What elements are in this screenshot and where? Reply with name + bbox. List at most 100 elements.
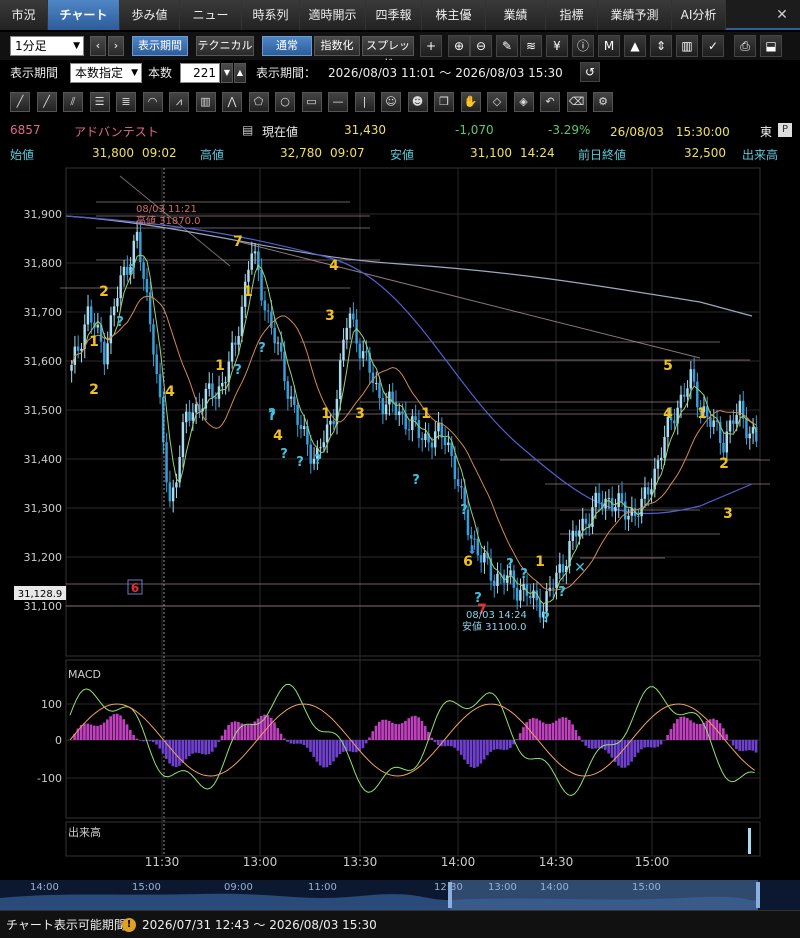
quote-row: 6857 アドバンテスト ▤ 現在値 31,430 -1,070 -3.29% …	[0, 120, 800, 142]
delete-icon[interactable]: ⌫	[566, 92, 587, 112]
print-icon[interactable]: ⎙	[734, 35, 756, 57]
memo-icon[interactable]: ▤	[242, 123, 253, 137]
zoom-out-icon[interactable]: ⊖	[470, 35, 492, 57]
macd-histogram-bar	[685, 717, 689, 740]
count-input[interactable]: 221	[180, 63, 220, 83]
y-tick-label: 31,800	[24, 257, 63, 270]
macd-histogram-bar	[338, 740, 342, 755]
tab-4[interactable]: 時系列	[242, 0, 300, 30]
period-button[interactable]: 表示期間	[132, 36, 188, 56]
tab-5[interactable]: 適時開示	[300, 0, 366, 30]
mountain-chart-icon[interactable]: ▲	[624, 35, 646, 57]
parallel-icon[interactable]: ≣	[116, 92, 136, 112]
macd-histogram-bar	[387, 720, 391, 740]
candlestick-icon[interactable]: ▥	[676, 35, 698, 57]
settings-icon[interactable]: ⚙	[593, 92, 613, 112]
next-button[interactable]: ›	[108, 36, 124, 56]
macd-histogram-bar	[302, 740, 306, 745]
tab-8[interactable]: 業績	[486, 0, 546, 30]
prev-close-price: 32,500	[684, 146, 726, 160]
open-label: 始値	[10, 148, 35, 162]
technical-button[interactable]: テクニカル	[196, 36, 254, 56]
candle-body	[289, 396, 293, 399]
prev-button[interactable]: ‹	[90, 36, 106, 56]
popout-icon[interactable]: ⬓	[760, 35, 782, 57]
macd-histogram-bar	[158, 740, 162, 749]
tab-0[interactable]: 市況	[0, 0, 48, 30]
channel-icon[interactable]: ⫽	[63, 92, 83, 112]
tab-10[interactable]: 業績予測	[598, 0, 672, 30]
wave-icon[interactable]: ≋	[520, 35, 542, 57]
macd-histogram-bar	[187, 740, 191, 756]
tag-edit-icon[interactable]: ◈	[513, 92, 534, 112]
reset-icon[interactable]: ↺	[580, 62, 600, 82]
icon-stamp-icon[interactable]: ☺	[381, 92, 401, 112]
macd-histogram-bar	[368, 737, 371, 740]
macd-histogram-bar	[223, 729, 227, 740]
tab-6[interactable]: 四季報	[366, 0, 422, 30]
macd-histogram-bar	[682, 716, 686, 740]
candle-body	[447, 442, 450, 446]
candle-body	[469, 535, 473, 539]
macd-histogram-bar	[725, 734, 728, 740]
fibonacci-icon[interactable]: ☰	[89, 92, 110, 112]
interval-select[interactable]: 1分足 ▼	[10, 36, 84, 56]
tab-11[interactable]: AI分析	[672, 0, 726, 30]
hand-icon[interactable]: ✋	[460, 92, 481, 112]
price-change-pct: -3.29%	[548, 123, 591, 137]
scale-icon[interactable]: ⇕	[650, 35, 672, 57]
index-button[interactable]: 指数化	[314, 36, 360, 56]
info-icon[interactable]: ⓘ	[572, 35, 594, 57]
person-icon[interactable]: ☻	[407, 92, 428, 112]
macd-histogram-bar	[178, 740, 181, 766]
arc-icon[interactable]: ◠	[142, 92, 163, 112]
candle-body	[352, 313, 355, 320]
y-tick-label: 31,400	[24, 453, 63, 466]
candle-body	[712, 420, 715, 427]
candle-body	[414, 416, 417, 421]
tag-icon[interactable]: ◇	[487, 92, 507, 112]
candle-body	[584, 518, 588, 524]
count-down-button[interactable]: ▼	[221, 63, 233, 83]
trend-line-icon[interactable]: ╱	[10, 92, 30, 112]
my-chart-icon[interactable]: M	[598, 35, 620, 57]
macd-histogram-bar	[469, 740, 473, 767]
undo-icon[interactable]: ↶	[540, 92, 560, 112]
normal-button[interactable]: 通常	[262, 36, 312, 56]
candle-body	[322, 442, 326, 448]
spread-button[interactable]: スプレッド	[362, 36, 414, 70]
candle-body	[270, 311, 273, 328]
add-icon[interactable]: +	[420, 35, 442, 57]
price-chart[interactable]: 31,900 31,800 31,700 31,600 31,500 31,400 31,3…	[0, 166, 800, 910]
candle-body	[358, 343, 362, 359]
close-icon[interactable]: ✕	[772, 5, 792, 25]
fan-icon[interactable]: ⩘	[169, 92, 189, 112]
yen-icon[interactable]: ¥	[546, 35, 568, 57]
tab-1[interactable]: チャート	[48, 0, 120, 30]
pen-icon[interactable]: ✎	[496, 35, 518, 57]
zoom-in-icon[interactable]: ⊕	[448, 35, 470, 57]
circle-icon[interactable]: ○	[275, 92, 295, 112]
macd-histogram-bar	[509, 740, 512, 748]
period-mode-select[interactable]: 本数指定 ▼	[70, 63, 142, 83]
tab-3[interactable]: ニュース	[180, 0, 242, 52]
candle-body	[411, 416, 414, 431]
tab-2[interactable]: 歩み値	[120, 0, 180, 30]
pitchfork-icon[interactable]: ⋀	[222, 92, 242, 112]
tab-7[interactable]: 株主優待	[422, 0, 486, 52]
pentagon-icon[interactable]: ⬠	[248, 92, 269, 112]
ray-icon[interactable]: ╱	[36, 92, 57, 112]
count-up-button[interactable]: ▲	[234, 63, 246, 83]
rectangle-icon[interactable]: ▭	[301, 92, 322, 112]
vline-icon[interactable]: |	[354, 92, 375, 112]
hline-icon[interactable]: —	[328, 92, 348, 112]
macd-histogram-bar	[646, 740, 650, 748]
macd-histogram-bar	[492, 740, 496, 750]
macd-histogram-bar	[666, 735, 669, 740]
wrench-icon[interactable]: ✓	[702, 35, 724, 57]
gann-icon[interactable]: ▥	[195, 92, 216, 112]
candle-body	[86, 306, 90, 325]
macd-histogram-bar	[194, 740, 198, 753]
copy-icon[interactable]: ❐	[434, 92, 454, 112]
tab-9[interactable]: 指標	[546, 0, 598, 30]
